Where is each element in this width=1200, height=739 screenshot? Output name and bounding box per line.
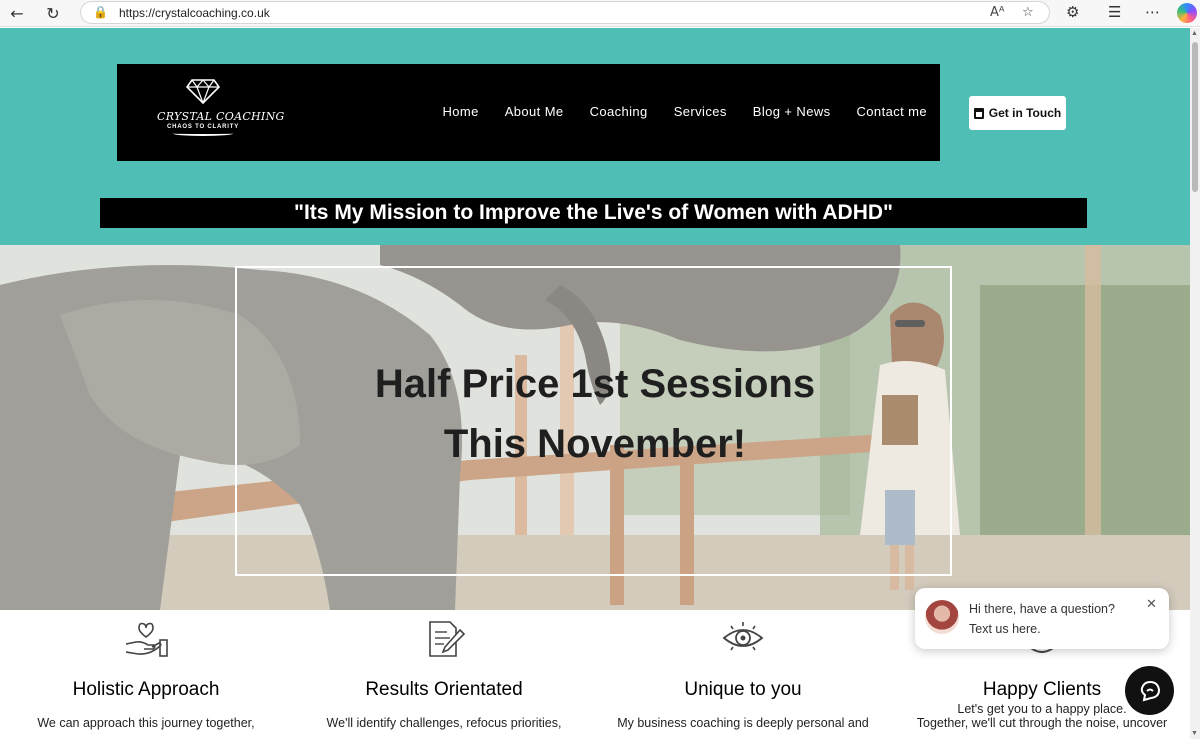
read-aloud-icon[interactable]: Aᴬ: [990, 5, 1005, 20]
scroll-up-icon[interactable]: ▲: [1191, 30, 1198, 37]
chat-icon: [1140, 680, 1160, 701]
eye-icon: [722, 622, 764, 651]
feature-title: Unique to you: [684, 679, 802, 700]
nav-services[interactable]: Services: [674, 104, 727, 119]
nav-about-me[interactable]: About Me: [505, 104, 564, 119]
feature-unique: Unique to you My business coaching is de…: [594, 610, 892, 739]
hero-section: Half Price 1st Sessions This November!: [0, 245, 1190, 610]
feature-results: Results Orientated We'll identify challe…: [295, 610, 593, 739]
lock-icon[interactable]: 🔒: [93, 5, 108, 19]
feature-title: Results Orientated: [365, 679, 523, 700]
extensions-icon[interactable]: ⚙: [1066, 3, 1079, 21]
feature-title: Holistic Approach: [72, 679, 220, 700]
chat-prompt-bubble[interactable]: Hi there, have a question? Text us here.…: [915, 588, 1169, 649]
browser-toolbar: ← ↻ 🔒 https://crystalcoaching.co.uk Aᴬ ☆…: [0, 0, 1200, 27]
hero-headline-line1: Half Price 1st Sessions: [374, 362, 816, 406]
feature-text: We can approach this journey together,: [37, 716, 255, 730]
diamond-icon: [185, 79, 221, 105]
nav-contact-me[interactable]: Contact me: [857, 104, 927, 119]
avatar: [925, 600, 959, 634]
logo-swoosh: [173, 131, 233, 136]
chat-prompt-text: Hi there, have a question? Text us here.: [969, 599, 1115, 639]
hero-headline-line2: This November!: [443, 422, 747, 466]
chat-line-2: Text us here.: [969, 622, 1041, 636]
more-menu-icon[interactable]: ⋯: [1145, 3, 1160, 21]
get-in-touch-button[interactable]: Get in Touch: [969, 96, 1066, 130]
chat-launcher-button[interactable]: [1125, 666, 1174, 715]
feature-text: My business coaching is deeply personal …: [617, 716, 869, 730]
back-arrow-icon[interactable]: ←: [6, 3, 28, 23]
feature-text: We'll identify challenges, refocus prior…: [326, 716, 562, 730]
url-text[interactable]: https://crystalcoaching.co.uk: [119, 6, 270, 20]
close-icon[interactable]: ✕: [1146, 597, 1157, 612]
nav-home[interactable]: Home: [442, 104, 478, 119]
feature-holistic: Holistic Approach We can approach this j…: [0, 610, 295, 739]
scroll-down-icon[interactable]: ▼: [1191, 730, 1198, 737]
hero-frame: [235, 266, 952, 576]
site-logo[interactable]: CRYSTAL COACHING CHAOS TO CLARITY: [157, 78, 285, 144]
site-header: CRYSTAL COACHING CHAOS TO CLARITY Home A…: [117, 64, 940, 161]
chat-line-1: Hi there, have a question?: [969, 602, 1115, 616]
nav-blog-news[interactable]: Blog + News: [753, 104, 831, 119]
scroll-thumb[interactable]: [1192, 42, 1198, 192]
logo-title: CRYSTAL COACHING: [157, 110, 285, 123]
page-scrollbar[interactable]: ▲ ▼: [1190, 28, 1200, 739]
nav-coaching[interactable]: Coaching: [590, 104, 648, 119]
get-in-touch-label: Get in Touch: [988, 106, 1062, 120]
document-pen-icon: [429, 621, 466, 657]
copilot-icon[interactable]: [1177, 3, 1197, 23]
feature-text-line2: Together, we'll cut through the noise, u…: [916, 716, 1168, 730]
mission-banner: "Its My Mission to Improve the Live's of…: [100, 198, 1087, 228]
main-navigation: Home About Me Coaching Services Blog + N…: [442, 104, 927, 119]
reload-icon[interactable]: ↻: [42, 3, 64, 23]
favorite-star-icon[interactable]: ☆: [1022, 5, 1034, 20]
header-background: CRYSTAL COACHING CHAOS TO CLARITY Home A…: [0, 28, 1190, 245]
heart-hand-icon: [125, 622, 168, 657]
address-bar[interactable]: 🔒 https://crystalcoaching.co.uk Aᴬ ☆: [80, 1, 1050, 24]
favorites-list-icon[interactable]: ☰: [1108, 3, 1121, 21]
calendar-icon: [973, 107, 984, 119]
logo-subtitle: CHAOS TO CLARITY: [166, 124, 240, 130]
